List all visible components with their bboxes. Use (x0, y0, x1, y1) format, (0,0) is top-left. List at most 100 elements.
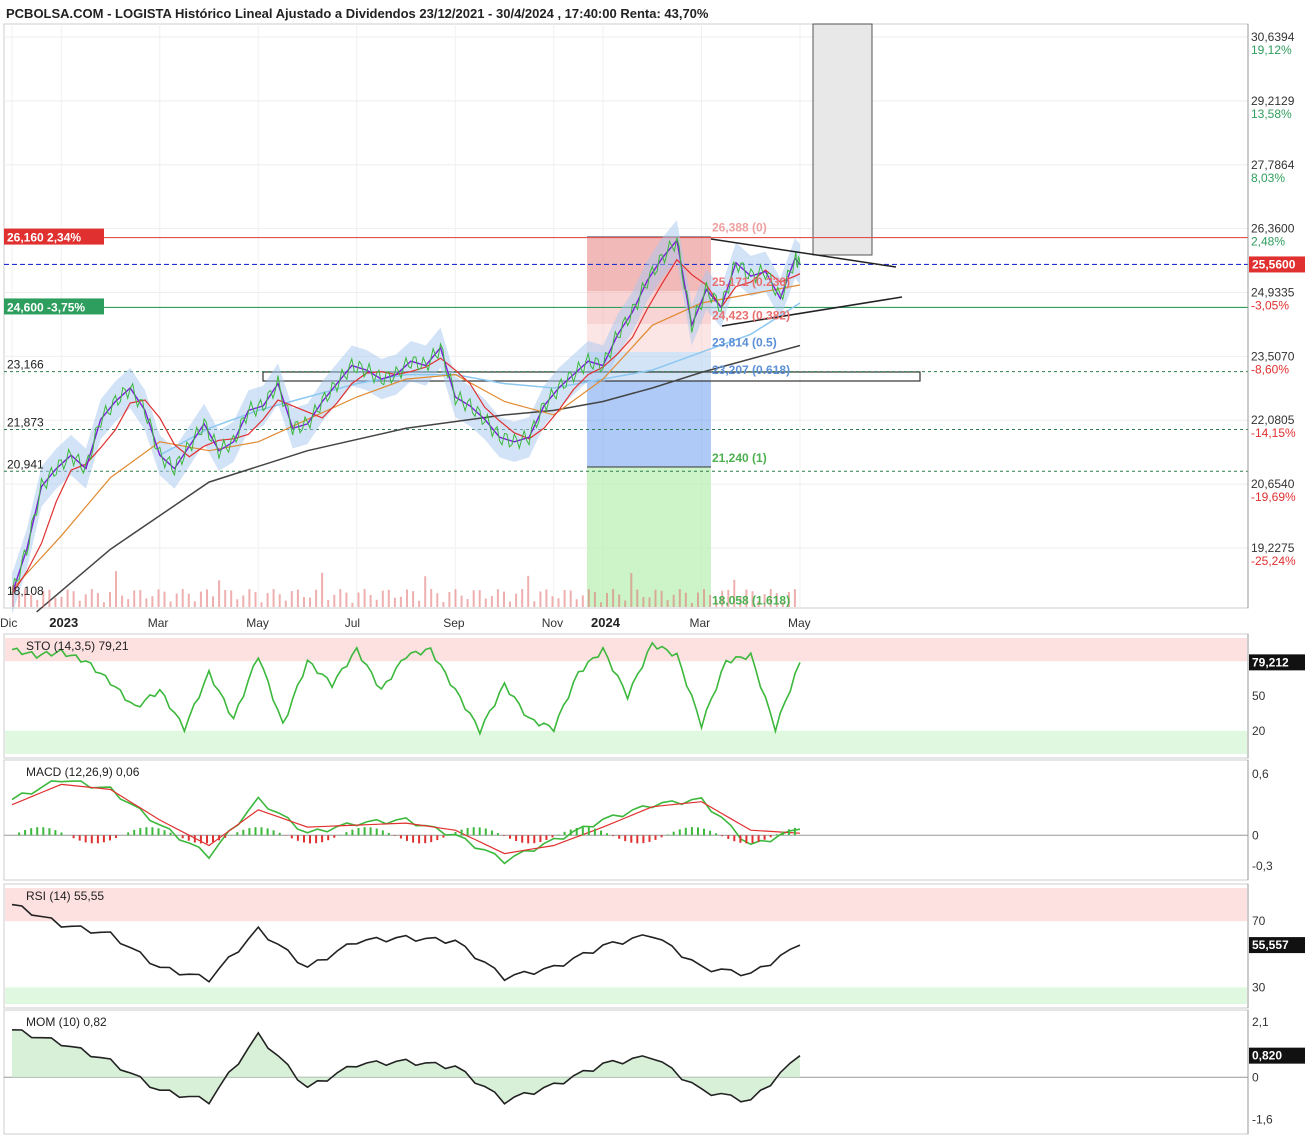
volume-bar (515, 593, 518, 607)
macd-histogram-bar (503, 835, 505, 836)
price-pct: 19,12% (1251, 43, 1292, 57)
macd-histogram-bar (351, 829, 354, 836)
volume-bar (290, 591, 293, 607)
panel-sto: STO (14,3,5) 79,21 50 20 79,212 (3, 633, 1305, 759)
volume-bar (230, 590, 233, 607)
price-pct: 2,48% (1251, 235, 1285, 249)
macd-histogram-bar (375, 828, 378, 836)
volume-bar (448, 592, 451, 607)
macd-histogram-bar (593, 828, 596, 836)
price-tick: 30,6394 (1251, 30, 1295, 44)
macd-histogram-bar (515, 835, 518, 841)
macd-histogram-bar (260, 827, 263, 836)
macd-histogram-bar (442, 835, 445, 838)
volume-bar (581, 595, 584, 607)
volume-bar (630, 573, 633, 607)
macd-histogram-bar (109, 835, 111, 841)
volume-bar (551, 596, 554, 607)
macd-histogram-bar (690, 827, 693, 836)
volume-bar (521, 589, 524, 607)
volume-bar (527, 575, 530, 607)
macd-histogram-bar (624, 835, 627, 842)
macd-histogram-bar (181, 835, 184, 839)
volume-bar (327, 600, 330, 607)
volume-bar (266, 593, 269, 607)
macd-histogram-bar (24, 830, 27, 836)
volume-bar (254, 592, 257, 607)
macd-histogram-bar (127, 832, 130, 836)
macd-histogram-bar (775, 834, 778, 836)
macd-histogram-bar (709, 830, 712, 836)
volume-bar (593, 592, 596, 607)
date-tick: 2024 (591, 615, 621, 630)
volume-bar (575, 599, 578, 607)
panel-current-value: 55,557 (1252, 938, 1289, 952)
price-pct: -25,24% (1251, 554, 1296, 568)
volume-bar (351, 602, 354, 607)
volume-bar (642, 597, 645, 607)
macd-histogram-bar (575, 827, 578, 836)
macd-histogram-bar (139, 828, 142, 836)
panel-level: 2,1 (1252, 1015, 1269, 1029)
macd-histogram-bar (436, 835, 439, 841)
panel-level: -1,6 (1252, 1112, 1273, 1126)
date-axis: Dic 2023 Mar May Jul Sep Nov 2024 Mar May (0, 615, 811, 630)
volume-bar (503, 591, 505, 607)
price-pct: -3,05% (1251, 298, 1289, 312)
macd-histogram-bar (278, 832, 281, 836)
macd-histogram-bar (54, 830, 57, 836)
fib-label: 23,814 (0.5) (712, 336, 777, 350)
macd-histogram-bar (745, 835, 748, 844)
macd-histogram-bar (206, 835, 208, 844)
macd-histogram-bar (466, 828, 469, 836)
macd-histogram-bar (563, 831, 566, 836)
macd-histogram-bar (496, 833, 499, 836)
volume-bar (442, 602, 445, 607)
macd-histogram-bar (90, 835, 93, 844)
macd-histogram-bar (406, 835, 408, 841)
macd-histogram-bar (484, 828, 487, 836)
price-pct: 13,58% (1251, 107, 1292, 121)
panel-level: 0 (1252, 828, 1259, 842)
panel-current-value: 79,212 (1252, 655, 1289, 669)
volume-bar (606, 593, 608, 607)
macd-histogram-bar (345, 832, 348, 836)
panel-level: 70 (1252, 914, 1266, 928)
macd-histogram-bar (254, 827, 257, 836)
volume-bar (90, 589, 93, 607)
volume-bar (406, 589, 408, 607)
price-pct: -19,69% (1251, 490, 1296, 504)
macd-histogram-bar (321, 835, 324, 843)
volume-bar (224, 590, 227, 607)
price-marker: 24,600 -3,75% (7, 300, 85, 314)
macd-histogram-bar (600, 830, 602, 836)
price-pct: -14,15% (1251, 426, 1296, 440)
macd-histogram-bar (381, 830, 384, 836)
volume-bar (84, 594, 87, 607)
volume-bar (612, 589, 615, 607)
fib-label: 26,388 (0) (712, 220, 767, 234)
macd-histogram-bar (266, 828, 269, 836)
macd-histogram-bar (763, 835, 766, 840)
volume-bar (412, 591, 415, 607)
volume-bar (284, 600, 287, 607)
volume-bar (666, 600, 669, 607)
price-panel: 26,388 (0) 25,171 (0.236) 24,423 (0.382) 23… (0, 23, 1305, 630)
volume-bar (660, 590, 663, 607)
macd-histogram-bar (218, 835, 221, 841)
panel-label: RSI (14) 55,55 (26, 889, 104, 903)
macd-histogram-bar (490, 830, 493, 836)
price-tick: 27,7864 (1251, 158, 1295, 172)
macd-histogram-bar (333, 835, 336, 838)
macd-histogram-bar (193, 835, 196, 843)
volume-bar (490, 596, 493, 607)
volume-bar (333, 594, 336, 607)
macd-histogram-bar (369, 827, 372, 836)
volume-bar (472, 590, 475, 607)
macd-histogram-bar (636, 835, 639, 844)
volume-bar (375, 599, 378, 607)
fib-label: 18,058 (1.618) (712, 593, 790, 607)
macd-histogram-bar (309, 835, 311, 844)
volume-bar (66, 589, 69, 607)
volume-bar (157, 589, 160, 607)
